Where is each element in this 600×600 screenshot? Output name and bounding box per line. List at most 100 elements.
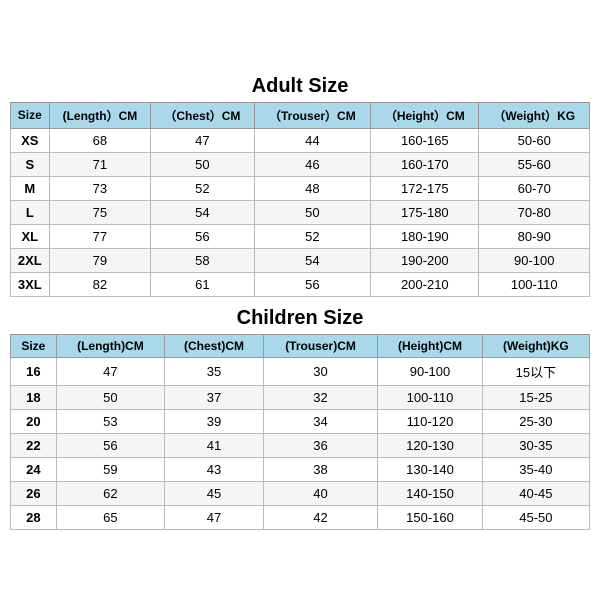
children-cell-3-3: 36 — [263, 433, 377, 457]
children-table-body: 1647353090-10015以下18503732100-11015-2520… — [11, 357, 590, 529]
children-cell-1-4: 100-110 — [378, 385, 483, 409]
children-cell-5-0: 26 — [11, 481, 57, 505]
children-cell-4-5: 35-40 — [482, 457, 589, 481]
children-cell-3-4: 120-130 — [378, 433, 483, 457]
children-cell-5-4: 140-150 — [378, 481, 483, 505]
children-cell-0-4: 90-100 — [378, 357, 483, 385]
adult-header-col-3: （Trouser）CM — [254, 102, 371, 128]
adult-cell-0-4: 160-165 — [371, 128, 479, 152]
table-row: XS684744160-16550-60 — [11, 128, 590, 152]
adult-size-title: Adult Size — [10, 69, 590, 102]
adult-cell-6-4: 200-210 — [371, 272, 479, 296]
children-cell-4-1: 59 — [56, 457, 164, 481]
adult-cell-2-1: 73 — [49, 176, 151, 200]
table-row: 28654742150-16045-50 — [11, 505, 590, 529]
adult-cell-3-0: L — [11, 200, 50, 224]
children-cell-1-5: 15-25 — [482, 385, 589, 409]
adult-cell-6-5: 100-110 — [479, 272, 590, 296]
table-row: 24594338130-14035-40 — [11, 457, 590, 481]
children-header-col-4: (Height)CM — [378, 334, 483, 357]
table-row: 2XL795854190-20090-100 — [11, 248, 590, 272]
adult-cell-3-5: 70-80 — [479, 200, 590, 224]
adult-cell-0-2: 47 — [151, 128, 254, 152]
adult-header-col-1: (Length）CM — [49, 102, 151, 128]
adult-cell-2-5: 60-70 — [479, 176, 590, 200]
adult-header-col-5: （Weight）KG — [479, 102, 590, 128]
children-cell-6-2: 47 — [165, 505, 264, 529]
children-cell-1-2: 37 — [165, 385, 264, 409]
children-header-col-5: (Weight)KG — [482, 334, 589, 357]
children-size-table: Size(Length)CM(Chest)CM(Trouser)CM(Heigh… — [10, 334, 590, 530]
table-row: 26624540140-15040-45 — [11, 481, 590, 505]
size-chart-container: Adult Size Size(Length）CM（Chest）CM（Trous… — [10, 69, 590, 532]
children-cell-2-3: 34 — [263, 409, 377, 433]
adult-size-table: Size(Length）CM（Chest）CM（Trouser）CM（Heigh… — [10, 102, 590, 297]
children-header-col-0: Size — [11, 334, 57, 357]
adult-cell-4-0: XL — [11, 224, 50, 248]
adult-cell-5-2: 58 — [151, 248, 254, 272]
adult-cell-6-0: 3XL — [11, 272, 50, 296]
table-row: M735248172-17560-70 — [11, 176, 590, 200]
children-header-col-2: (Chest)CM — [165, 334, 264, 357]
table-row: 22564136120-13030-35 — [11, 433, 590, 457]
children-cell-6-4: 150-160 — [378, 505, 483, 529]
adult-cell-4-4: 180-190 — [371, 224, 479, 248]
adult-cell-4-3: 52 — [254, 224, 371, 248]
adult-cell-6-3: 56 — [254, 272, 371, 296]
children-cell-2-1: 53 — [56, 409, 164, 433]
children-cell-4-0: 24 — [11, 457, 57, 481]
adult-cell-1-0: S — [11, 152, 50, 176]
children-cell-6-5: 45-50 — [482, 505, 589, 529]
children-cell-2-0: 20 — [11, 409, 57, 433]
adult-cell-2-3: 48 — [254, 176, 371, 200]
adult-table-header: Size(Length）CM（Chest）CM（Trouser）CM（Heigh… — [11, 102, 590, 128]
adult-cell-4-1: 77 — [49, 224, 151, 248]
adult-cell-0-5: 50-60 — [479, 128, 590, 152]
children-cell-3-5: 30-35 — [482, 433, 589, 457]
adult-header-col-2: （Chest）CM — [151, 102, 254, 128]
adult-header-col-0: Size — [11, 102, 50, 128]
adult-cell-2-0: M — [11, 176, 50, 200]
adult-header-col-4: （Height）CM — [371, 102, 479, 128]
table-row: L755450175-18070-80 — [11, 200, 590, 224]
children-cell-6-0: 28 — [11, 505, 57, 529]
children-header-col-1: (Length)CM — [56, 334, 164, 357]
children-header-col-3: (Trouser)CM — [263, 334, 377, 357]
adult-cell-1-2: 50 — [151, 152, 254, 176]
adult-cell-4-2: 56 — [151, 224, 254, 248]
adult-cell-3-3: 50 — [254, 200, 371, 224]
adult-table-body: XS684744160-16550-60S715046160-17055-60M… — [11, 128, 590, 296]
children-cell-0-1: 47 — [56, 357, 164, 385]
adult-cell-5-1: 79 — [49, 248, 151, 272]
adult-cell-3-4: 175-180 — [371, 200, 479, 224]
children-cell-5-2: 45 — [165, 481, 264, 505]
children-cell-2-2: 39 — [165, 409, 264, 433]
adult-cell-3-2: 54 — [151, 200, 254, 224]
children-cell-4-3: 38 — [263, 457, 377, 481]
children-cell-2-5: 25-30 — [482, 409, 589, 433]
children-cell-5-5: 40-45 — [482, 481, 589, 505]
children-cell-5-3: 40 — [263, 481, 377, 505]
adult-cell-1-1: 71 — [49, 152, 151, 176]
adult-cell-1-3: 46 — [254, 152, 371, 176]
children-cell-3-0: 22 — [11, 433, 57, 457]
children-cell-4-4: 130-140 — [378, 457, 483, 481]
children-cell-0-0: 16 — [11, 357, 57, 385]
children-table-header: Size(Length)CM(Chest)CM(Trouser)CM(Heigh… — [11, 334, 590, 357]
adult-cell-2-4: 172-175 — [371, 176, 479, 200]
adult-cell-5-4: 190-200 — [371, 248, 479, 272]
children-cell-6-1: 65 — [56, 505, 164, 529]
children-cell-3-1: 56 — [56, 433, 164, 457]
adult-cell-2-2: 52 — [151, 176, 254, 200]
table-row: 1647353090-10015以下 — [11, 357, 590, 385]
adult-cell-1-4: 160-170 — [371, 152, 479, 176]
adult-cell-4-5: 80-90 — [479, 224, 590, 248]
children-cell-5-1: 62 — [56, 481, 164, 505]
children-cell-4-2: 43 — [165, 457, 264, 481]
children-cell-6-3: 42 — [263, 505, 377, 529]
adult-cell-3-1: 75 — [49, 200, 151, 224]
table-row: XL775652180-19080-90 — [11, 224, 590, 248]
table-row: 3XL826156200-210100-110 — [11, 272, 590, 296]
children-cell-0-3: 30 — [263, 357, 377, 385]
children-cell-1-3: 32 — [263, 385, 377, 409]
